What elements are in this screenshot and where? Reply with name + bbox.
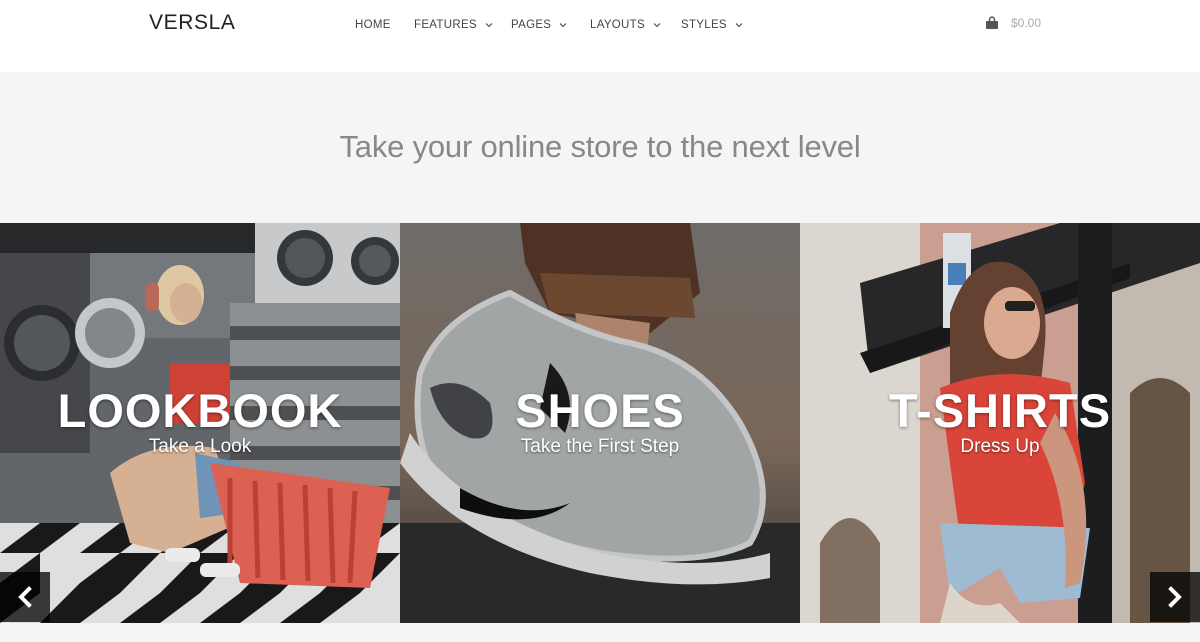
page-footer-strip: [0, 623, 1200, 642]
hero-tagline: Take your online store to the next level: [339, 129, 861, 164]
nav-item-label: LAYOUTS: [590, 19, 645, 31]
chevron-left-icon: [18, 586, 32, 608]
nav-item-label: HOME: [355, 19, 391, 31]
slide-tshirts[interactable]: T-SHIRTS Dress Up: [800, 223, 1200, 623]
slide-title: T-SHIRTS: [888, 384, 1112, 437]
cart-total: $0.00: [1011, 16, 1042, 30]
slide-subtitle: Take the First Step: [520, 436, 680, 457]
slide-title: SHOES: [515, 384, 685, 437]
nav-item-home[interactable]: HOME: [355, 17, 414, 33]
nav-item-features[interactable]: FEATURES: [414, 17, 511, 33]
category-slider: LOOKBOOK Take a Look SHOES Take the Firs…: [0, 223, 1200, 623]
slide-lookbook[interactable]: LOOKBOOK Take a Look: [0, 223, 400, 623]
nav-item-styles[interactable]: STYLES: [681, 17, 761, 33]
chevron-down-icon: [485, 23, 493, 28]
hero-banner: Take your online store to the next level: [0, 72, 1200, 223]
shopping-bag-icon: [986, 16, 998, 29]
nav-item-label: FEATURES: [414, 19, 477, 31]
slide-subtitle: Dress Up: [960, 436, 1040, 457]
slide-shoes[interactable]: SHOES Take the First Step: [400, 223, 800, 623]
chevron-down-icon: [735, 23, 743, 28]
nav-item-pages[interactable]: PAGES: [511, 17, 590, 33]
slide-title: LOOKBOOK: [57, 384, 343, 437]
slide-subtitle: Take a Look: [148, 436, 252, 457]
slider-next-button[interactable]: [1150, 572, 1200, 622]
chevron-down-icon: [653, 23, 661, 28]
nav-item-label: PAGES: [511, 19, 552, 31]
main-nav: HOME FEATURES PAGES LAYOUTS STYLES: [355, 17, 761, 33]
site-header: VERSLA HOME FEATURES PAGES LAYOUTS STYLE…: [0, 0, 1200, 72]
nav-item-layouts[interactable]: LAYOUTS: [590, 17, 681, 33]
nav-item-label: STYLES: [681, 19, 727, 31]
chevron-right-icon: [1168, 586, 1182, 608]
site-logo[interactable]: VERSLA: [149, 11, 235, 35]
slider-prev-button[interactable]: [0, 572, 50, 622]
chevron-down-icon: [559, 23, 567, 28]
cart-link[interactable]: $0.00: [985, 16, 1041, 30]
